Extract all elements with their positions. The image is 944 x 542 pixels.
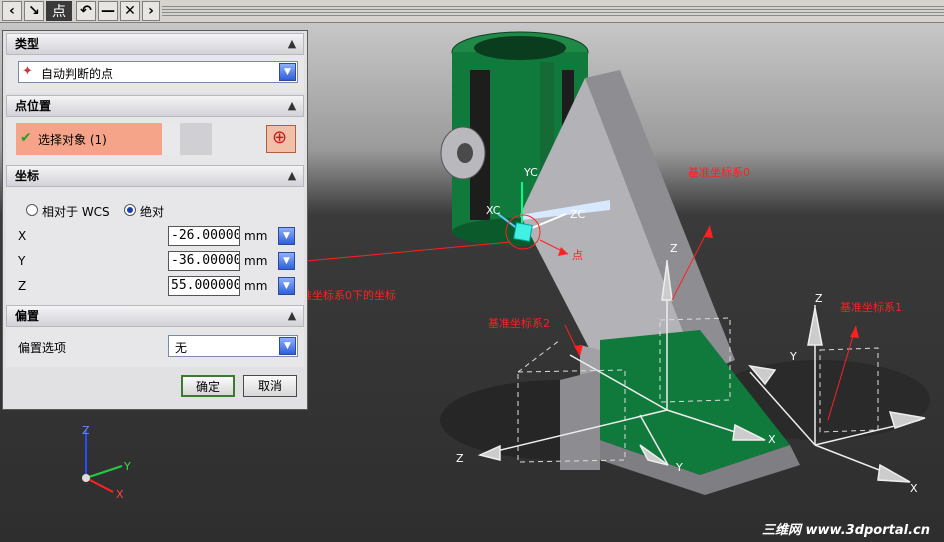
chevron-up-icon[interactable]: ▲ xyxy=(284,98,300,114)
close-button[interactable]: ✕ xyxy=(120,1,140,21)
section-offset-header[interactable]: 偏置 ▲ xyxy=(6,305,304,327)
type-select-value: 自动判断的点 xyxy=(41,67,114,81)
section-offset-title: 偏置 xyxy=(15,309,40,323)
chevron-down-icon[interactable]: ▼ xyxy=(279,63,296,81)
section-coordinates-body: 相对于 WCS 绝对 X -26.000000 mm ▼ Y -36.00000… xyxy=(6,187,304,305)
section-type-title: 类型 xyxy=(15,37,40,51)
section-type-body: ✦ 自动判断的点 ▼ xyxy=(6,55,304,93)
y-label: Y xyxy=(18,254,26,268)
annotation-csys0: 基准坐标系0 xyxy=(688,166,750,179)
chevron-down-icon[interactable]: ▼ xyxy=(278,252,295,270)
annotation-csys2: 基准坐标系2 xyxy=(488,317,550,330)
relative-wcs-radio[interactable] xyxy=(26,204,38,216)
close-icon: ✕ xyxy=(124,3,136,19)
select-object-row[interactable]: ✔ 选择对象 (1) xyxy=(16,123,212,155)
select-arrow-button[interactable]: ↘ xyxy=(24,1,44,21)
forward-button[interactable]: › xyxy=(142,1,160,21)
yc-axis-label: YC xyxy=(524,166,538,179)
csys1-y-label: Y xyxy=(790,350,797,363)
z-label: Z xyxy=(18,279,27,293)
chevron-down-icon[interactable]: ▼ xyxy=(279,337,296,355)
checkmark-icon: ✔ xyxy=(20,130,32,146)
y-unit: mm xyxy=(244,254,268,268)
section-coordinates-header[interactable]: 坐标 ▲ xyxy=(6,165,304,187)
csys0-y-label: Y xyxy=(676,461,683,474)
dialog-title: 点 xyxy=(46,1,72,21)
annotation-csys1: 基准坐标系1 xyxy=(840,301,902,314)
chevron-up-icon[interactable]: ▲ xyxy=(284,308,300,324)
chevron-up-icon[interactable]: ▲ xyxy=(284,168,300,184)
ok-button[interactable]: 确定 xyxy=(181,375,235,397)
point-constructor-button[interactable]: ⊕ xyxy=(266,125,296,153)
z-unit: mm xyxy=(244,279,268,293)
y-input[interactable]: -36.000000 xyxy=(168,251,240,271)
x-input[interactable]: -26.000000 xyxy=(168,226,240,246)
x-label: X xyxy=(18,229,27,243)
z-input[interactable]: 55.000000 xyxy=(168,276,240,296)
section-point-location-body: ✔ 选择对象 (1) ⊕ xyxy=(6,117,304,165)
csys1-x-label: X xyxy=(910,482,918,495)
watermark: 三维网 www.3dportal.cn xyxy=(761,523,930,538)
offset-option-select[interactable]: 无 ▼ xyxy=(168,335,298,357)
triad-y-label: Y xyxy=(124,460,131,473)
offset-option-label: 偏置选项 xyxy=(18,341,67,355)
back-button[interactable]: ‹ xyxy=(2,1,22,21)
section-point-location-title: 点位置 xyxy=(15,99,52,113)
xc-axis-label: XC xyxy=(486,204,501,217)
section-type-header[interactable]: 类型 ▲ xyxy=(6,33,304,55)
zc-axis-label: ZC xyxy=(570,208,586,221)
minimize-button[interactable]: — xyxy=(98,1,118,21)
annotation-point: 点 xyxy=(572,249,583,262)
chevron-right-icon: › xyxy=(148,3,154,19)
triad-z-label: Z xyxy=(82,424,90,437)
csys0-z-label: Z xyxy=(670,242,678,255)
minus-icon: — xyxy=(101,3,115,19)
crosshair-icon: ⊕ xyxy=(272,127,288,148)
select-object-label: 选择对象 (1) xyxy=(38,133,107,147)
inferred-point-icon: ✦ xyxy=(22,64,33,79)
chevron-left-icon: ‹ xyxy=(9,3,15,19)
arrow-icon: ↘ xyxy=(28,3,40,19)
point-dialog: 类型 ▲ ✦ 自动判断的点 ▼ 点位置 ▲ ✔ 选择对象 (1) ⊕ 坐标 ▲ … xyxy=(2,30,308,410)
absolute-radio[interactable] xyxy=(124,204,136,216)
type-select[interactable]: ✦ 自动判断的点 ▼ xyxy=(18,61,298,83)
section-offset-body: 偏置选项 无 ▼ xyxy=(6,327,304,367)
absolute-label: 绝对 xyxy=(140,205,165,219)
section-point-location-header[interactable]: 点位置 ▲ xyxy=(6,95,304,117)
csys2-z-label: Z xyxy=(456,452,464,465)
csys0-x-label: X xyxy=(768,433,776,446)
reset-button[interactable]: ↶ xyxy=(76,1,96,21)
toolbar-grip xyxy=(162,4,944,18)
chevron-down-icon[interactable]: ▼ xyxy=(278,227,295,245)
cancel-button[interactable]: 取消 xyxy=(243,375,297,397)
csys1-z-label: Z xyxy=(815,292,823,305)
chevron-up-icon[interactable]: ▲ xyxy=(284,36,300,52)
x-unit: mm xyxy=(244,229,268,243)
relative-wcs-label: 相对于 WCS xyxy=(42,205,110,219)
reset-icon: ↶ xyxy=(80,3,92,19)
section-coordinates-title: 坐标 xyxy=(15,169,40,183)
offset-option-value: 无 xyxy=(175,341,188,355)
triad-x-label: X xyxy=(116,488,124,501)
chevron-down-icon[interactable]: ▼ xyxy=(278,277,295,295)
dialog-title-toolbar: ‹ ↘ 点 ↶ — ✕ › xyxy=(0,0,944,23)
